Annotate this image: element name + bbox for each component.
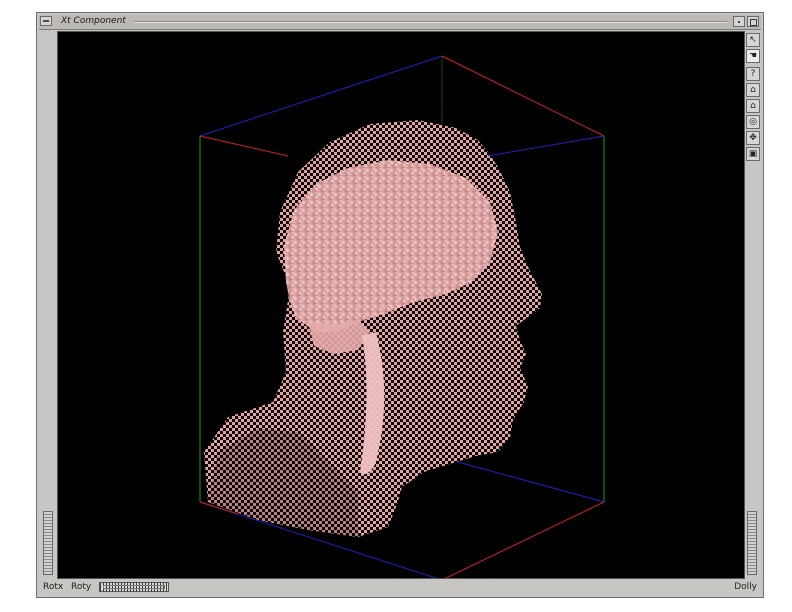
rotx-thumbwheel[interactable] (43, 511, 53, 575)
home-icon[interactable]: ⌂ (746, 83, 760, 97)
rotx-label: Rotx (43, 582, 64, 592)
roty-thumbwheel-inner (103, 585, 165, 589)
view-all-icon[interactable]: ◎ (746, 115, 760, 129)
xt-component-window: Xt Component ↖ ☚ ? ⌂ ⌂ ◎ ✥ ▣ Rotx Roty D… (36, 12, 764, 598)
minimize-icon[interactable] (733, 16, 745, 27)
viewer-toolbar: ↖ ☚ ? ⌂ ⌂ ◎ ✥ ▣ (745, 31, 761, 579)
help-icon[interactable]: ? (746, 67, 760, 81)
maximize-icon[interactable] (747, 16, 759, 27)
title-rule (134, 21, 727, 23)
dolly-thumbwheel[interactable] (747, 511, 757, 575)
pick-arrow-icon[interactable]: ↖ (746, 33, 760, 47)
render-viewport[interactable] (57, 31, 745, 579)
title-bar[interactable]: Xt Component (39, 15, 761, 30)
view-hand-icon[interactable]: ☚ (746, 49, 760, 63)
set-home-icon[interactable]: ⌂ (746, 99, 760, 113)
roty-label: Roty (71, 582, 92, 592)
seek-icon[interactable]: ✥ (746, 131, 760, 145)
scene-svg (199, 55, 605, 578)
projection-icon[interactable]: ▣ (746, 147, 760, 161)
roty-thumbwheel[interactable] (99, 582, 169, 592)
window-menu-icon[interactable] (40, 16, 52, 26)
status-bar: Rotx Roty Dolly (39, 581, 761, 595)
left-decoration (39, 31, 55, 579)
dolly-label: Dolly (734, 582, 757, 592)
screen: Xt Component ↖ ☚ ? ⌂ ⌂ ◎ ✥ ▣ Rotx Roty D… (0, 0, 792, 612)
window-title: Xt Component (61, 16, 126, 26)
